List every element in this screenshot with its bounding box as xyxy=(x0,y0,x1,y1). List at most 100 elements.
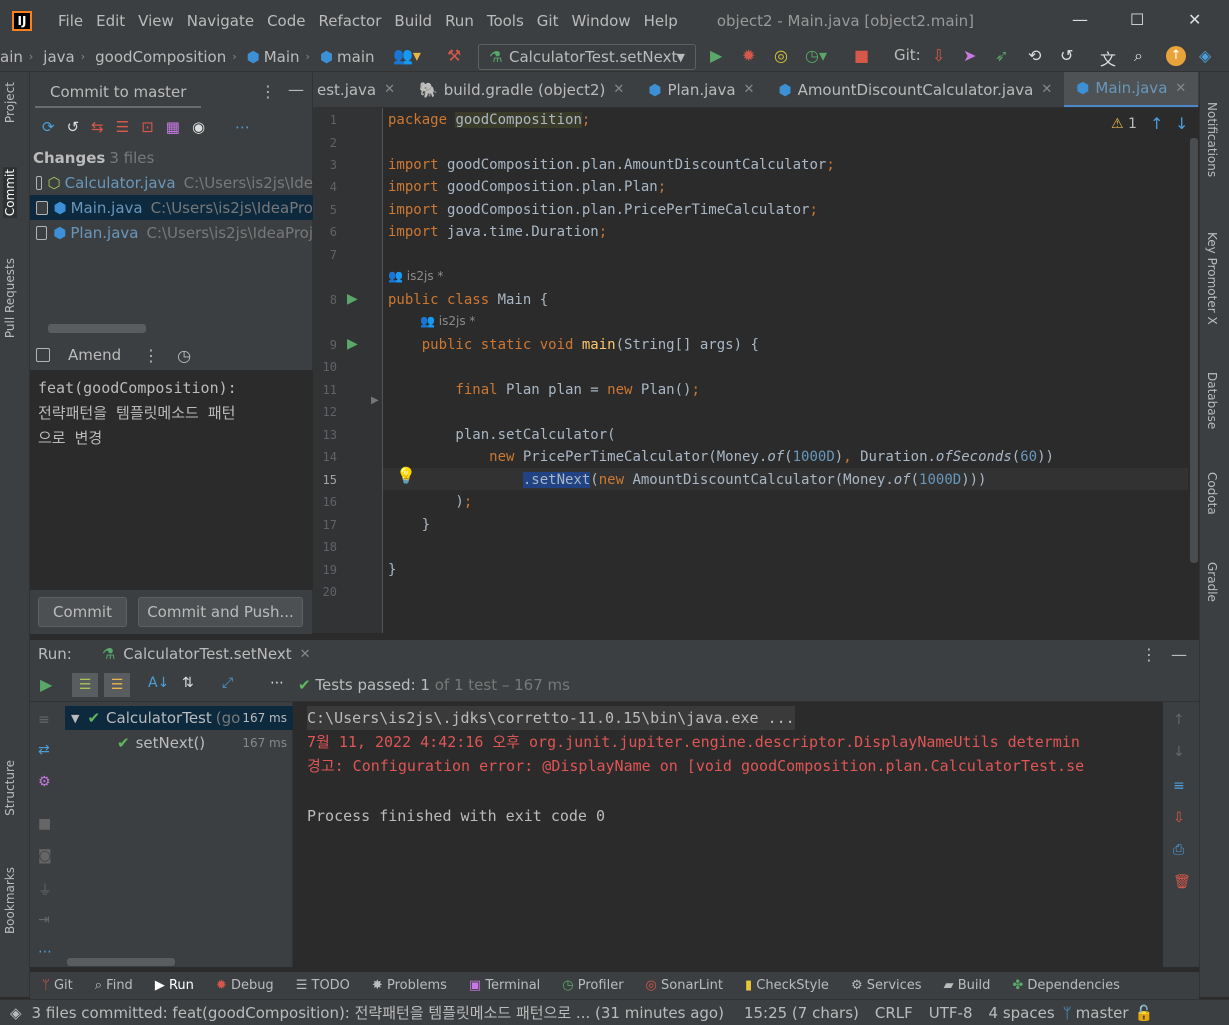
run-gutter-icon[interactable]: ▶ xyxy=(347,336,358,352)
rollback-icon[interactable]: ↺ xyxy=(1060,46,1073,65)
profile-icon[interactable]: ◷▾ xyxy=(805,46,827,65)
tab-bookmarks[interactable]: Bookmarks xyxy=(3,867,17,934)
rerun-icon[interactable]: ▶ xyxy=(40,675,52,694)
changed-file-row[interactable]: ⬡ Calculator.java C:\Users\is2js\Ide xyxy=(30,170,313,195)
users-icon[interactable]: 👥▾ xyxy=(393,46,421,65)
tab-notifications[interactable]: Notifications xyxy=(1205,102,1219,177)
file-checkbox[interactable] xyxy=(36,200,48,215)
stop-icon[interactable]: ■ xyxy=(38,816,51,832)
more-options-icon[interactable]: ⋮ xyxy=(143,346,159,365)
file-encoding[interactable]: UTF-8 xyxy=(929,1004,973,1022)
horizontal-scrollbar[interactable] xyxy=(48,324,146,333)
commit-and-push-button[interactable]: Commit and Push... xyxy=(138,597,303,627)
clock-icon[interactable]: ◷ xyxy=(177,346,191,365)
git-push-icon[interactable]: ➤ xyxy=(963,46,976,65)
menu-tools[interactable]: Tools xyxy=(487,12,524,30)
status-message[interactable]: 3 files committed: feat(goodComposition)… xyxy=(32,1002,724,1023)
show-passed-icon[interactable]: ☰ xyxy=(72,673,98,697)
tab-plan-java[interactable]: ⬢ Plan.java ✕ xyxy=(636,72,766,107)
fold-icon[interactable]: ▶ xyxy=(371,395,379,406)
console-output[interactable]: C:\Users\is2js\.jdks\corretto-11.0.15\bi… xyxy=(293,702,1163,957)
layers-icon[interactable]: ◈ xyxy=(10,1004,22,1022)
breadcrumb-package[interactable]: goodComposition xyxy=(95,48,226,66)
diff-icon[interactable]: ⇆ xyxy=(91,118,104,136)
bottom-tab-profiler[interactable]: ◷ Profiler xyxy=(562,978,623,993)
plug-icon[interactable]: ⏚ xyxy=(38,880,52,900)
soft-wrap-icon[interactable]: ≡ xyxy=(1173,778,1185,794)
toggle-icon[interactable]: ⇄ xyxy=(38,742,50,758)
amend-checkbox[interactable] xyxy=(36,348,50,362)
run-tab-label[interactable]: CalculatorTest.setNext xyxy=(123,645,291,663)
bottom-tab-checkstyle[interactable]: ▮ CheckStyle xyxy=(745,978,829,993)
run-configuration-select[interactable]: ⚗ CalculatorTest.setNext ▼ xyxy=(478,44,696,70)
maximize-button[interactable]: ☐ xyxy=(1130,10,1144,29)
menu-navigate[interactable]: Navigate xyxy=(187,12,254,30)
author-hint[interactable]: 👥 is2js * xyxy=(420,314,475,328)
tab-project[interactable]: Project xyxy=(3,82,17,123)
run-icon[interactable]: ▶ xyxy=(710,46,722,65)
settings-icon[interactable]: ⚙ xyxy=(38,774,51,790)
more-icon[interactable]: ⋯ xyxy=(38,944,52,960)
close-icon[interactable]: ✕ xyxy=(300,647,311,662)
close-icon[interactable]: ✕ xyxy=(1175,81,1186,96)
bottom-tab-run[interactable]: ▶ Run xyxy=(155,978,194,993)
down-icon[interactable]: ↓ xyxy=(1173,744,1185,760)
bottom-tab-build[interactable]: ▰ Build xyxy=(944,978,991,993)
sort-duration-icon[interactable]: ⇅ xyxy=(182,675,194,691)
translate-icon[interactable]: 文 xyxy=(1100,46,1116,70)
scroll-thumb[interactable] xyxy=(1190,138,1198,563)
changed-file-row[interactable]: ⬢ Plan.java C:\Users\is2js\IdeaProj xyxy=(30,220,313,245)
run-gutter-icon[interactable]: ▶ xyxy=(347,291,358,307)
more-options-icon[interactable]: ⋮ xyxy=(260,82,276,101)
tab-codota[interactable]: Codota xyxy=(1205,472,1219,515)
sort-alpha-icon[interactable]: A↓ xyxy=(148,675,169,691)
warning-indicator[interactable]: ⚠ 1 xyxy=(1111,116,1137,132)
plugin-icon[interactable]: ◈ xyxy=(1199,46,1211,65)
debug-icon[interactable]: ✹ xyxy=(742,46,755,65)
show-ignored-icon[interactable]: ☰ xyxy=(104,673,130,697)
tab-structure[interactable]: Structure xyxy=(3,760,17,816)
tab-main-java[interactable]: ⬢ Main.java ✕ xyxy=(1064,72,1199,107)
tab-gradle[interactable]: Gradle xyxy=(1205,562,1219,602)
hide-panel-icon[interactable]: — xyxy=(1171,645,1187,664)
up-icon[interactable]: ↑ xyxy=(1173,712,1185,728)
close-window-button[interactable]: ✕ xyxy=(1188,10,1201,29)
group-by-icon[interactable]: ▦ xyxy=(166,118,180,136)
update-icon[interactable]: ↑ xyxy=(1166,46,1186,66)
breadcrumb-module[interactable]: ain xyxy=(0,48,23,66)
code-editor[interactable]: package goodComposition; import goodComp… xyxy=(383,108,1188,633)
changed-file-row[interactable]: ⬢ Main.java C:\Users\is2js\IdeaPro xyxy=(30,195,313,220)
commit-message-input[interactable]: feat(goodComposition): 전략패턴을 템플릿메소드 패턴 으… xyxy=(30,370,313,590)
close-icon[interactable]: ✕ xyxy=(1041,82,1052,97)
exit-icon[interactable]: ⇥ xyxy=(38,912,50,928)
breadcrumb-java[interactable]: java xyxy=(43,48,74,66)
bottom-tab-dependencies[interactable]: ✤ Dependencies xyxy=(1012,978,1120,993)
menu-edit[interactable]: Edit xyxy=(96,12,125,30)
indent-setting[interactable]: 4 spaces xyxy=(989,1004,1055,1022)
menu-help[interactable]: Help xyxy=(644,12,678,30)
search-icon[interactable]: ⌕ xyxy=(1134,46,1143,66)
scroll-to-end-icon[interactable]: ⇩ xyxy=(1173,810,1185,826)
menu-git[interactable]: Git xyxy=(537,12,559,30)
tab-database[interactable]: Database xyxy=(1205,372,1219,429)
close-icon[interactable]: ✕ xyxy=(384,82,395,97)
close-icon[interactable]: ✕ xyxy=(744,82,755,97)
tab-commit[interactable]: Commit xyxy=(3,167,17,219)
rollback-icon[interactable]: ↺ xyxy=(67,118,80,136)
caret-position[interactable]: 15:25 (7 chars) xyxy=(744,1004,859,1022)
trash-icon[interactable]: 🗑 xyxy=(1173,874,1191,890)
more-icon[interactable]: ⋯ xyxy=(270,675,284,691)
tab-calculator-test[interactable]: est.java ✕ xyxy=(313,72,407,107)
stop-icon[interactable]: ■ xyxy=(854,46,869,65)
horizontal-scrollbar[interactable] xyxy=(67,958,175,966)
author-hint[interactable]: 👥 is2js * xyxy=(388,269,443,283)
prev-highlight-icon[interactable]: ↑ xyxy=(1150,114,1163,133)
eye-icon[interactable]: ◉ xyxy=(192,118,205,136)
minimize-button[interactable]: — xyxy=(1072,10,1088,29)
git-update-icon[interactable]: ⇩ xyxy=(932,46,945,65)
tab-key-promoter[interactable]: Key Promoter X xyxy=(1205,232,1219,325)
git-commit-icon[interactable]: ➶ xyxy=(995,46,1008,65)
bottom-tab-problems[interactable]: ✸ Problems xyxy=(372,978,447,993)
file-checkbox[interactable] xyxy=(36,175,42,190)
coverage-icon[interactable]: ◎ xyxy=(774,46,788,65)
